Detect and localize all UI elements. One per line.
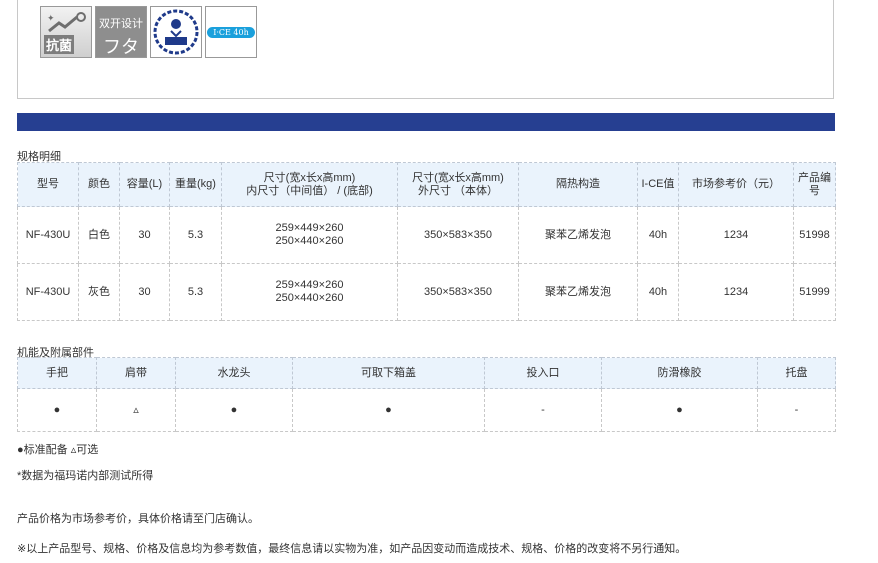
ice-retention-badge: I·CE 40h — [205, 6, 257, 58]
header-price: 市场参考价（元） — [678, 162, 794, 207]
cell-faucet: ● — [175, 388, 293, 432]
price-note: 产品价格为市场参考价，具体价格请至门店确认。 — [17, 513, 259, 525]
header-outer-size: 尺寸(宽x长x高mm) 外尺寸 （本体） — [397, 162, 519, 207]
header-color: 颜色 — [78, 162, 120, 207]
features-table: 手把 肩带 水龙头 可取下箱盖 投入口 防滑橡胶 托盘 ● ▵ ● ● - ● … — [17, 357, 836, 432]
header-code: 产品编号 — [793, 162, 836, 207]
cell-price: 1234 — [678, 263, 794, 321]
test-note: *数据为福玛诺内部测试所得 — [17, 470, 154, 482]
header-removable-lid: 可取下箱盖 — [292, 357, 485, 389]
legend-note: ●标准配备 ▵可选 — [17, 444, 99, 456]
heavy-load-badge — [150, 6, 202, 58]
cell-inlet: - — [484, 388, 602, 432]
header-handle: 手把 — [17, 357, 97, 389]
cell-color: 白色 — [78, 206, 120, 264]
double-lid-line2: フタ — [103, 37, 139, 57]
table-row: NF-430U 白色 30 5.3 259×449×260 250×440×260… — [17, 206, 836, 264]
ice-retention-icon: I·CE 40h — [207, 26, 255, 38]
cell-weight: 5.3 — [169, 263, 222, 321]
antibacterial-label: 抗菌 — [44, 35, 75, 54]
heavy-load-icon — [153, 9, 199, 55]
disclaimer-note: ※以上产品型号、规格、价格及信息均为参考数值，最终信息请以实物为准，如产品因变动… — [17, 543, 687, 555]
table-row: NF-430U 灰色 30 5.3 259×449×260 250×440×260… — [17, 263, 836, 321]
header-anti-slip-rubber: 防滑橡胶 — [601, 357, 758, 389]
header-inlet: 投入口 — [484, 357, 602, 389]
cell-price: 1234 — [678, 206, 794, 264]
svg-text:✦: ✦ — [47, 13, 55, 23]
header-ice: I-CE值 — [637, 162, 679, 207]
cell-insulation: 聚苯乙烯发泡 — [518, 263, 638, 321]
header-inner-size: 尺寸(宽x长x高mm) 内尺寸（中间值） / (底部) — [221, 162, 398, 207]
cell-capacity: 30 — [119, 206, 170, 264]
cell-model: NF-430U — [17, 206, 79, 264]
spec-header-row: 型号 颜色 容量(L) 重量(kg) 尺寸(宽x长x高mm) 内尺寸（中间值） /… — [17, 162, 836, 207]
cell-capacity: 30 — [119, 263, 170, 321]
cell-code: 51999 — [793, 263, 836, 321]
spec-table: 型号 颜色 容量(L) 重量(kg) 尺寸(宽x长x高mm) 内尺寸（中间值） /… — [17, 162, 836, 321]
cell-inner-size: 259×449×260 250×440×260 — [221, 206, 398, 264]
features-header-row: 手把 肩带 水龙头 可取下箱盖 投入口 防滑橡胶 托盘 — [17, 357, 836, 389]
cell-shoulder-strap: ▵ — [96, 388, 176, 432]
antibacterial-badge: ✦ 抗菌 — [40, 6, 92, 58]
header-insulation: 隔热构造 — [518, 162, 638, 207]
cell-model: NF-430U — [17, 263, 79, 321]
cell-ice: 40h — [637, 263, 679, 321]
header-shoulder-strap: 肩带 — [96, 357, 176, 389]
double-lid-badge: 双开设计 フタ — [95, 6, 147, 58]
cell-code: 51998 — [793, 206, 836, 264]
section-divider-bar — [17, 113, 835, 131]
header-faucet: 水龙头 — [175, 357, 293, 389]
cell-weight: 5.3 — [169, 206, 222, 264]
cell-anti-slip-rubber: ● — [601, 388, 758, 432]
cell-outer-size: 350×583×350 — [397, 263, 519, 321]
cell-ice: 40h — [637, 206, 679, 264]
cell-insulation: 聚苯乙烯发泡 — [518, 206, 638, 264]
cell-color: 灰色 — [78, 263, 120, 321]
header-capacity: 容量(L) — [119, 162, 170, 207]
double-lid-line1: 双开设计 — [99, 18, 143, 30]
table-row: ● ▵ ● ● - ● - — [17, 388, 836, 432]
header-tray: 托盘 — [757, 357, 836, 389]
header-weight: 重量(kg) — [169, 162, 222, 207]
cell-inner-size: 259×449×260 250×440×260 — [221, 263, 398, 321]
cell-tray: - — [757, 388, 836, 432]
cell-removable-lid: ● — [292, 388, 485, 432]
cell-handle: ● — [17, 388, 97, 432]
badge-row: ✦ 抗菌 双开设计 フタ I·CE 40h — [40, 6, 257, 58]
cell-outer-size: 350×583×350 — [397, 206, 519, 264]
header-model: 型号 — [17, 162, 79, 207]
